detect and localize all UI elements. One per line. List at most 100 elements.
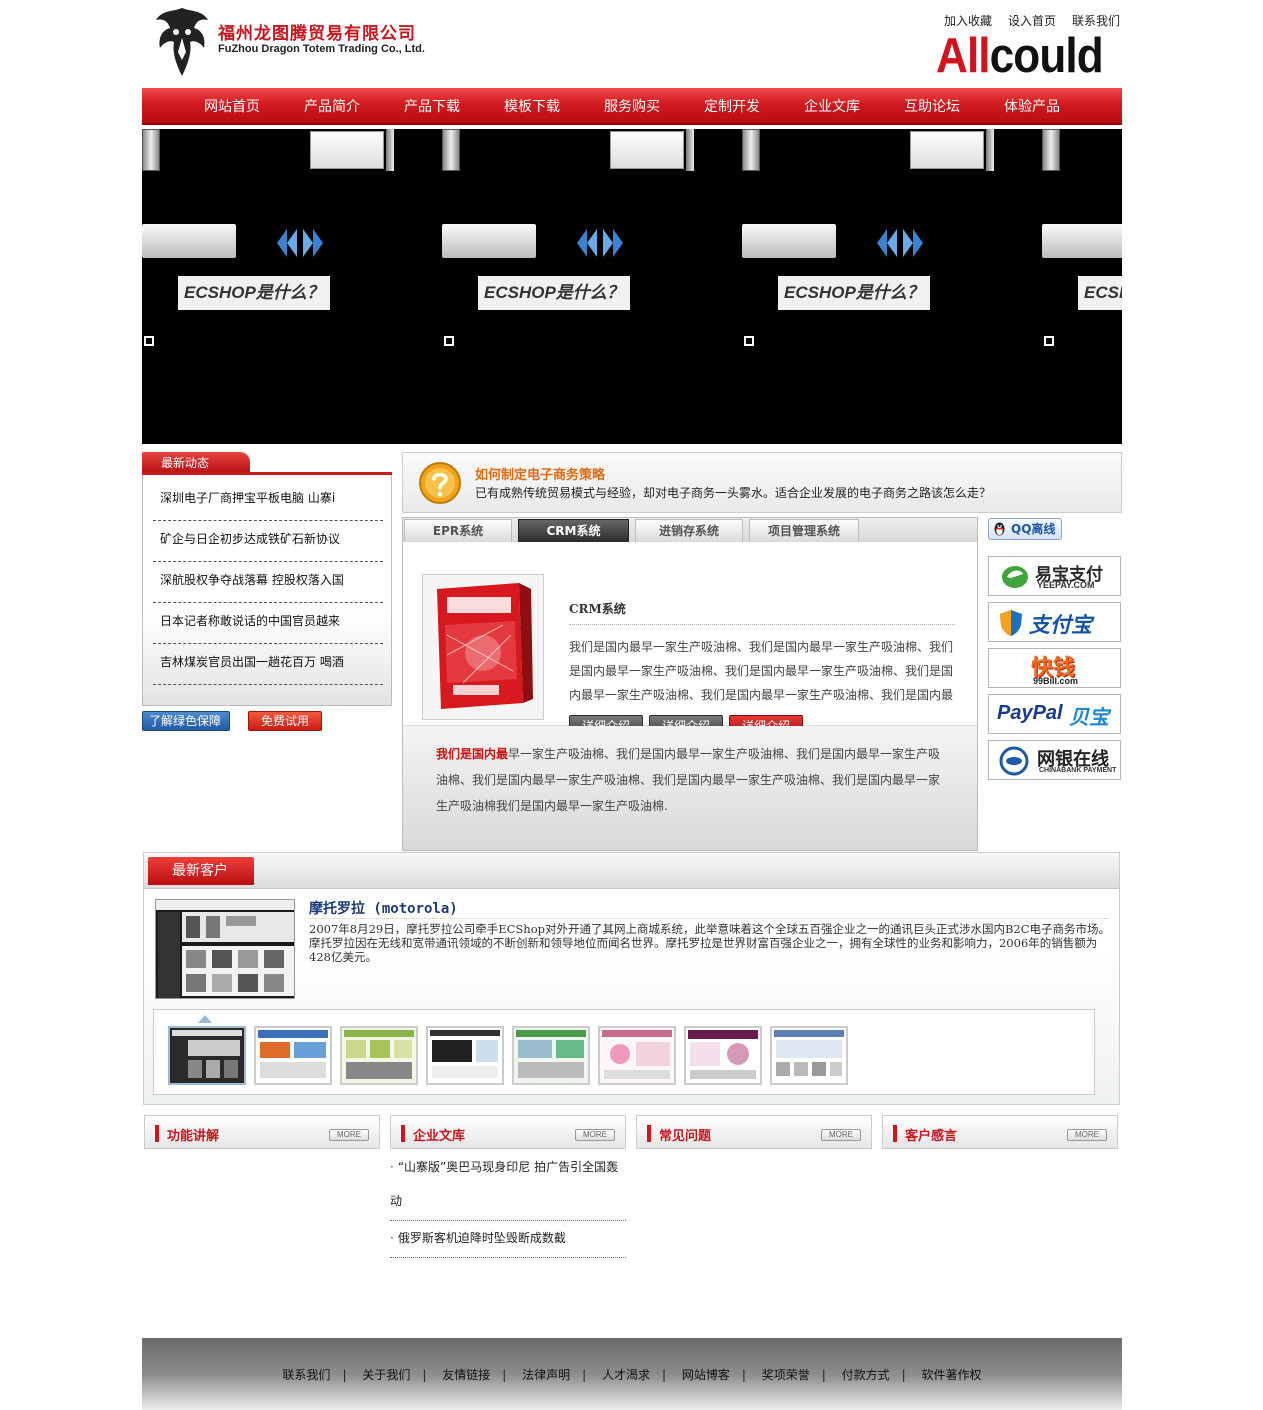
- green-guarantee-button[interactable]: 了解绿色保障: [142, 711, 230, 731]
- banner-label: ECSHOP是什么？: [178, 276, 330, 310]
- chinabank-logo[interactable]: 网银在线 CHINABANK PAYMENT: [988, 740, 1121, 780]
- footer-separator: |: [901, 1368, 906, 1382]
- footer-awards[interactable]: 奖项荣誉: [762, 1368, 810, 1382]
- nav-purchase[interactable]: 服务购买: [582, 88, 682, 126]
- banner-dot-icon[interactable]: [144, 336, 154, 346]
- nav-forum[interactable]: 互助论坛: [882, 88, 982, 126]
- box-accent-bar: [893, 1125, 897, 1142]
- banner-dot-icon[interactable]: [744, 336, 754, 346]
- strategy-title[interactable]: 如何制定电子商务策略: [475, 464, 605, 483]
- hero-banner[interactable]: ECSHOP是什么？ ECSHOP是什么？ ECSHOP是什么？ ECSI: [142, 129, 1122, 444]
- tab-project[interactable]: 项目管理系统: [749, 519, 859, 542]
- banner-label: ECSHOP是什么？: [778, 276, 930, 310]
- nav-trial[interactable]: 体验产品: [982, 88, 1082, 126]
- nav-templates[interactable]: 模板下载: [482, 88, 582, 126]
- library-item[interactable]: · “山寨版”奥巴马现身印尼 拍广告引全国轰动: [390, 1150, 626, 1221]
- news-list: 深圳电子厂商押宝平板电脑 山寨i 矿企与日企初步达成铁矿石新协议 深航股权争夺战…: [153, 480, 383, 685]
- footer-friend-links[interactable]: 友情链接: [442, 1368, 490, 1382]
- add-favorite-link[interactable]: 加入收藏: [944, 12, 992, 29]
- news-item[interactable]: 深圳电子厂商押宝平板电脑 山寨i: [153, 480, 383, 521]
- client-thumb[interactable]: [340, 1026, 418, 1085]
- banner-arrows-icon[interactable]: [575, 227, 625, 259]
- banner-panel: [610, 131, 684, 169]
- kuaiqian-en: 99Bill.com: [1033, 676, 1079, 686]
- banner-arrows-icon[interactable]: [875, 227, 925, 259]
- banner-arrows-icon[interactable]: [275, 227, 325, 259]
- tab-row: EPR系统 CRM系统 进销存系统 项目管理系统: [403, 518, 977, 542]
- banner-divider: [686, 129, 694, 171]
- more-button[interactable]: MORE: [1067, 1129, 1107, 1141]
- brand-logo-part-a: All: [936, 29, 991, 83]
- client-thumb[interactable]: [512, 1026, 590, 1085]
- qq-penguin-icon: [994, 522, 1005, 536]
- footer-careers[interactable]: 人才渴求: [602, 1368, 650, 1382]
- client-divider: [309, 918, 1109, 919]
- product-description: 我们是国内最早一家生产吸油棉、我们是国内最早一家生产吸油棉、我们是国内最早一家生…: [569, 640, 954, 702]
- product-box-image[interactable]: [422, 574, 544, 720]
- paypal-logo[interactable]: PayPal 贝宝: [988, 694, 1121, 734]
- clients-panel: 最新客户 摩托罗拉 (motorola) 2007年8月29日，摩托罗拉公司牵手…: [143, 852, 1120, 1105]
- nav-custom-dev[interactable]: 定制开发: [682, 88, 782, 126]
- strategy-banner[interactable]: 如何制定电子商务策略 已有成熟传统贸易模式与经验，却对电子商务一头雾水。适合企业…: [402, 452, 1122, 513]
- company-name-cn: 福州龙图腾贸易有限公司: [218, 24, 416, 44]
- client-description: 2007年8月29日，摩托罗拉公司牵手ECShop对外开通了其网上商城系统，此举…: [309, 922, 1111, 964]
- tab-panel: CRM系统 我们是国内最早一家生产吸油棉、我们是国内最早一家生产吸油棉、我们是国…: [403, 542, 977, 736]
- box-features-title: 功能讲解: [167, 1129, 220, 1144]
- qq-offline-label: QQ离线: [1011, 522, 1056, 536]
- nav-home[interactable]: 网站首页: [182, 88, 282, 126]
- news-item[interactable]: 深航股权争夺战落幕 控股权落入国: [153, 562, 383, 603]
- nav-library[interactable]: 企业文库: [782, 88, 882, 126]
- client-thumb[interactable]: [598, 1026, 676, 1085]
- qq-offline-button[interactable]: QQ离线: [988, 518, 1062, 540]
- tab-inventory[interactable]: 进销存系统: [635, 519, 743, 542]
- library-item[interactable]: · 俄罗斯客机迫降时坠毁断成数截: [390, 1221, 626, 1258]
- banner-tile: ECSI: [1042, 129, 1122, 444]
- footer-contact[interactable]: 联系我们: [282, 1368, 330, 1382]
- banner-gray-button: [142, 224, 236, 258]
- set-homepage-link[interactable]: 设入首页: [1008, 12, 1056, 29]
- paypal-text: PayPal: [997, 702, 1063, 724]
- alipay-logo[interactable]: 支付宝: [988, 602, 1121, 642]
- tab-epr[interactable]: EPR系统: [404, 519, 512, 542]
- library-item-text: “山寨版”奥巴马现身印尼 拍广告引全国轰动: [390, 1160, 619, 1208]
- client-title[interactable]: 摩托罗拉 (motorola): [309, 898, 458, 918]
- chinabank-en: CHINABANK PAYMENT: [1039, 767, 1117, 774]
- tab-crm[interactable]: CRM系统: [518, 519, 629, 542]
- banner-dot-icon[interactable]: [1044, 336, 1054, 346]
- more-button[interactable]: MORE: [575, 1129, 615, 1141]
- more-button[interactable]: MORE: [329, 1129, 369, 1141]
- footer-blog[interactable]: 网站博客: [682, 1368, 730, 1382]
- alipay-shield-icon: [1000, 610, 1022, 636]
- free-trial-button[interactable]: 免费试用: [248, 711, 322, 731]
- news-item[interactable]: 日本记者称敢说话的中国官员越来: [153, 603, 383, 644]
- box-accent-bar: [647, 1125, 651, 1142]
- nav-products[interactable]: 产品简介: [282, 88, 382, 126]
- footer-legal[interactable]: 法律声明: [522, 1368, 570, 1382]
- banner-gray-button: [442, 224, 536, 258]
- client-screenshot[interactable]: [155, 899, 295, 999]
- more-button[interactable]: MORE: [821, 1129, 861, 1141]
- client-thumb[interactable]: [254, 1026, 332, 1085]
- kuaiqian-logo[interactable]: 快钱 99Bill.com: [988, 648, 1121, 688]
- company-name-en: FuZhou Dragon Totem Trading Co., Ltd.: [218, 43, 425, 55]
- banner-scroll-handle: [442, 129, 460, 171]
- logo-dragon-icon[interactable]: [152, 2, 212, 78]
- footer-separator: |: [821, 1368, 826, 1382]
- footer-about[interactable]: 关于我们: [362, 1368, 410, 1382]
- client-thumb[interactable]: [770, 1026, 848, 1085]
- nav-downloads[interactable]: 产品下载: [382, 88, 482, 126]
- news-tab: 最新动态: [142, 452, 250, 474]
- footer-copyright[interactable]: 软件著作权: [922, 1368, 982, 1382]
- tab-footer: 我们是国内最早一家生产吸油棉、我们是国内最早一家生产吸油棉、我们是国内最早一家生…: [403, 726, 977, 850]
- banner-dot-icon[interactable]: [444, 336, 454, 346]
- client-thumb[interactable]: [684, 1026, 762, 1085]
- client-thumb[interactable]: [168, 1026, 246, 1085]
- brand-logo: Allcould: [936, 28, 1104, 84]
- client-thumb[interactable]: [426, 1026, 504, 1085]
- yeepay-logo[interactable]: 易宝支付 YEEPAY.COM: [988, 556, 1121, 596]
- yeepay-en: YEEPAY.COM: [1037, 580, 1095, 590]
- news-item[interactable]: 吉林煤炭官员出国一趟花百万 喝酒: [153, 644, 383, 685]
- news-item[interactable]: 矿企与日企初步达成铁矿石新协议: [153, 521, 383, 562]
- footer-payment[interactable]: 付款方式: [842, 1368, 890, 1382]
- contact-us-link[interactable]: 联系我们: [1072, 12, 1120, 29]
